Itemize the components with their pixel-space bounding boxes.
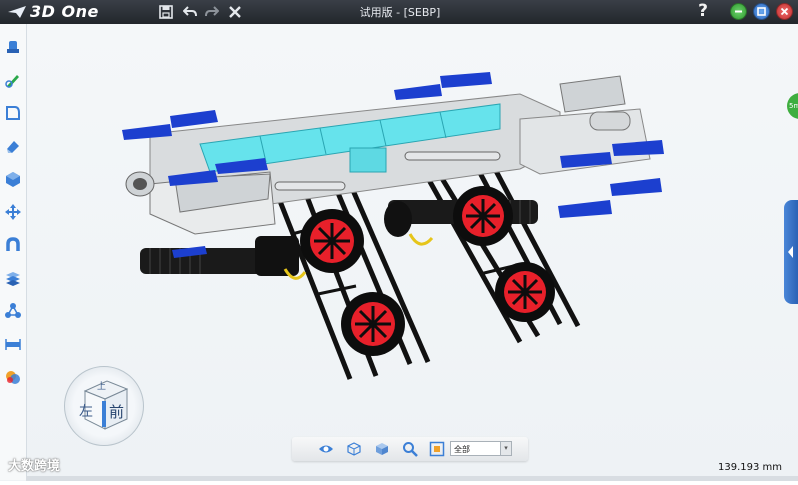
minimize-button[interactable] — [730, 3, 747, 20]
shaded-cube-icon[interactable] — [374, 441, 390, 457]
view-cube-left-face[interactable]: 左 — [79, 401, 93, 421]
sketch-edit-icon[interactable] — [4, 104, 22, 122]
view-filter-select[interactable]: 全部 ▾ — [450, 441, 512, 456]
view-cube[interactable]: 上 左 前 — [64, 366, 144, 446]
measure-icon[interactable] — [4, 335, 22, 353]
maximize-icon — [757, 7, 766, 16]
help-button[interactable]: ? — [694, 1, 712, 21]
window-title: 试用版 - [SEBP] — [359, 6, 441, 19]
move-icon[interactable] — [4, 203, 22, 221]
view-eye-icon[interactable] — [318, 441, 334, 457]
close-icon — [780, 7, 789, 16]
title-bar: 3D One 试用版 - [SEBP] ? — [0, 0, 798, 24]
close-document-icon[interactable] — [225, 2, 245, 22]
minimize-icon — [735, 10, 742, 13]
special-features-icon[interactable] — [4, 137, 22, 155]
fit-view-icon[interactable] — [429, 441, 445, 457]
app-logo[interactable]: 3D One — [8, 2, 99, 21]
chevron-down-icon: ▾ — [500, 442, 511, 455]
assembly-icon[interactable] — [4, 302, 22, 320]
basic-solid-icon[interactable] — [4, 38, 22, 56]
right-panel-handle[interactable] — [784, 200, 798, 304]
sketch-draw-icon[interactable] — [4, 71, 22, 89]
pattern-icon[interactable] — [4, 269, 22, 287]
view-filter-value: 全部 — [454, 445, 470, 454]
paper-plane-icon — [8, 6, 26, 18]
zoom-icon[interactable] — [402, 441, 418, 457]
status-strip — [26, 476, 798, 481]
measurement-readout: 139.193 mm — [718, 462, 783, 473]
view-cube-front-face[interactable]: 前 — [109, 401, 124, 422]
wireframe-cube-icon[interactable] — [346, 441, 362, 457]
chevron-left-icon — [788, 246, 793, 258]
watermark: 大数跨境 — [8, 459, 61, 474]
view-cube-top-face[interactable]: 上 — [97, 379, 106, 392]
color-icon[interactable] — [4, 368, 22, 386]
maximize-button[interactable] — [753, 3, 770, 20]
view-toolbar: 全部 ▾ — [292, 437, 528, 461]
left-toolbar — [0, 24, 27, 480]
redo-icon[interactable] — [202, 2, 222, 22]
app-logo-text: 3D One — [30, 2, 99, 21]
undo-icon[interactable] — [180, 2, 200, 22]
close-window-button[interactable] — [776, 3, 793, 20]
combine-icon[interactable] — [4, 170, 22, 188]
save-icon[interactable] — [156, 2, 176, 22]
magnet-icon[interactable] — [4, 236, 22, 254]
